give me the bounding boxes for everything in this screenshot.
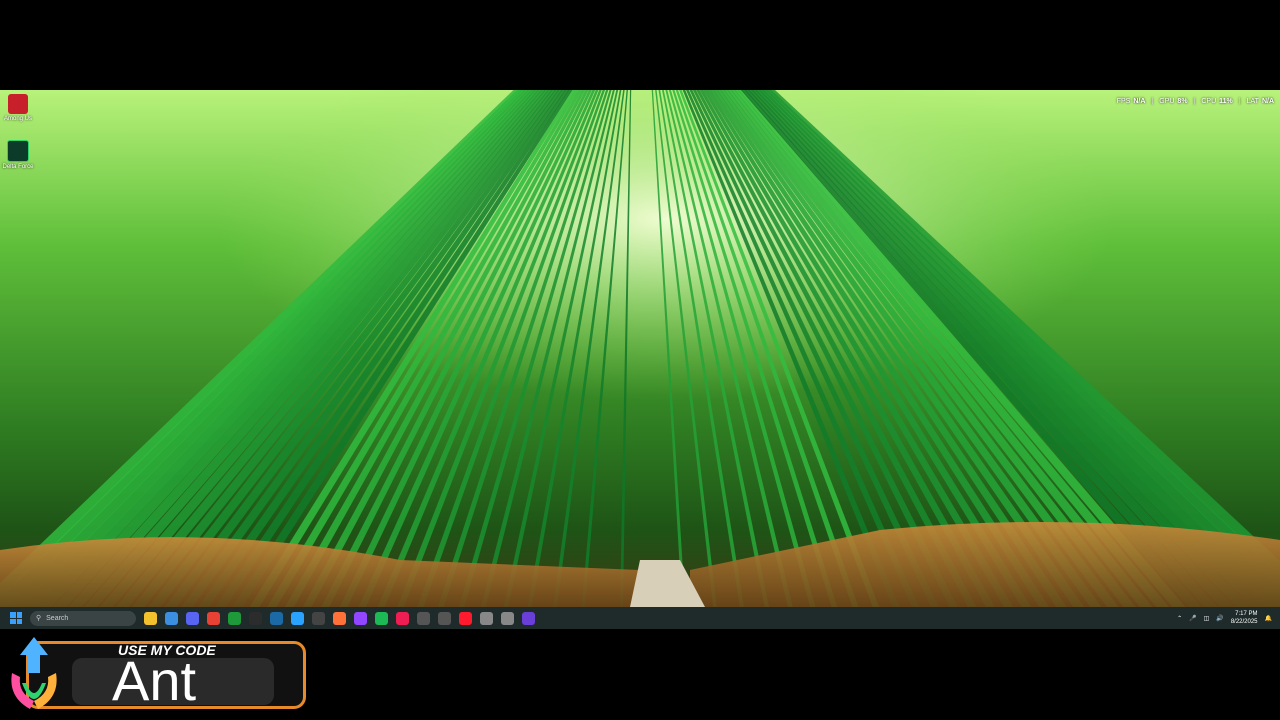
start-button[interactable] <box>10 612 22 624</box>
windows-logo-icon <box>10 612 16 618</box>
spotify-icon[interactable] <box>375 611 388 625</box>
discord-icon[interactable] <box>186 611 199 625</box>
desktop-icon-label: Among Us <box>3 116 32 122</box>
desktop-wallpaper[interactable]: Among Us Delta Force <box>0 90 1280 607</box>
streamlabs-icon[interactable] <box>522 611 535 625</box>
cpu-readout: CPU 11% <box>1201 98 1233 105</box>
search-placeholder: Search <box>46 614 69 622</box>
pinned-apps <box>144 611 535 625</box>
chrome-icon[interactable] <box>207 611 220 625</box>
obs-icon[interactable] <box>312 611 325 625</box>
fortnite-support-a-creator-logo-icon <box>11 637 57 709</box>
settings-icon[interactable] <box>480 611 493 625</box>
controller-icon[interactable] <box>438 611 451 625</box>
taskbar-search[interactable]: ⚲ Search <box>30 610 136 626</box>
bamboo-forest-wallpaper <box>0 90 1280 607</box>
tiktok-icon[interactable] <box>396 611 409 625</box>
network-icon[interactable]: ◫ <box>1204 615 1210 622</box>
twitch-icon[interactable] <box>354 611 367 625</box>
desktop-icon-delta-force[interactable]: Delta Force <box>2 140 34 170</box>
clock-date: 8/22/2025 <box>1230 619 1258 625</box>
taskbar: ⚲ Search ⌃ 🎤 ◫ 🔊 7:17 PM 8/22/2025 🔔 <box>0 607 1280 629</box>
clock[interactable]: 7:17 PM 8/22/2025 <box>1231 610 1258 626</box>
opera-icon[interactable] <box>459 611 472 625</box>
divider: | <box>1238 98 1241 105</box>
notification-bell-icon[interactable]: 🔔 <box>1265 615 1272 622</box>
gallery-icon[interactable] <box>165 611 178 625</box>
delta-force-icon <box>7 140 29 162</box>
clock-time: 7:17 PM <box>1235 611 1258 617</box>
divider: | <box>1193 98 1196 105</box>
steam-icon[interactable] <box>270 611 283 625</box>
desktop-icon-among-us[interactable]: Among Us <box>2 94 34 122</box>
chevron-up-icon[interactable]: ⌃ <box>1177 615 1182 622</box>
among-us-icon <box>8 94 28 114</box>
fps-readout: FPS N/A <box>1116 98 1146 105</box>
creator-code-banner: USE MY CODE Ant <box>4 633 308 715</box>
epic-games-icon[interactable] <box>249 611 262 625</box>
creator-code: Ant <box>112 649 197 712</box>
media-player-icon[interactable] <box>291 611 304 625</box>
file-explorer-icon[interactable] <box>144 611 157 625</box>
volume-icon[interactable]: 🔊 <box>1216 615 1223 622</box>
lat-readout: LAT N/A <box>1246 98 1274 105</box>
xbox-icon[interactable] <box>228 611 241 625</box>
gpu-readout: GPU 8% <box>1159 98 1188 105</box>
microphone-icon[interactable]: 🎤 <box>1189 615 1196 622</box>
system-tray: ⌃ 🎤 ◫ 🔊 7:17 PM 8/22/2025 🔔 <box>1177 607 1272 629</box>
performance-overlay: FPS N/A | GPU 8% | CPU 11% | LAT N/A <box>1117 98 1274 105</box>
desktop-icon-label: Delta Force <box>2 164 34 170</box>
divider: | <box>1151 98 1154 105</box>
letterbox-top <box>0 0 1280 90</box>
steelseries-icon[interactable] <box>501 611 514 625</box>
reddit-icon[interactable] <box>417 611 430 625</box>
firefox-icon[interactable] <box>333 611 346 625</box>
search-icon: ⚲ <box>36 615 42 622</box>
